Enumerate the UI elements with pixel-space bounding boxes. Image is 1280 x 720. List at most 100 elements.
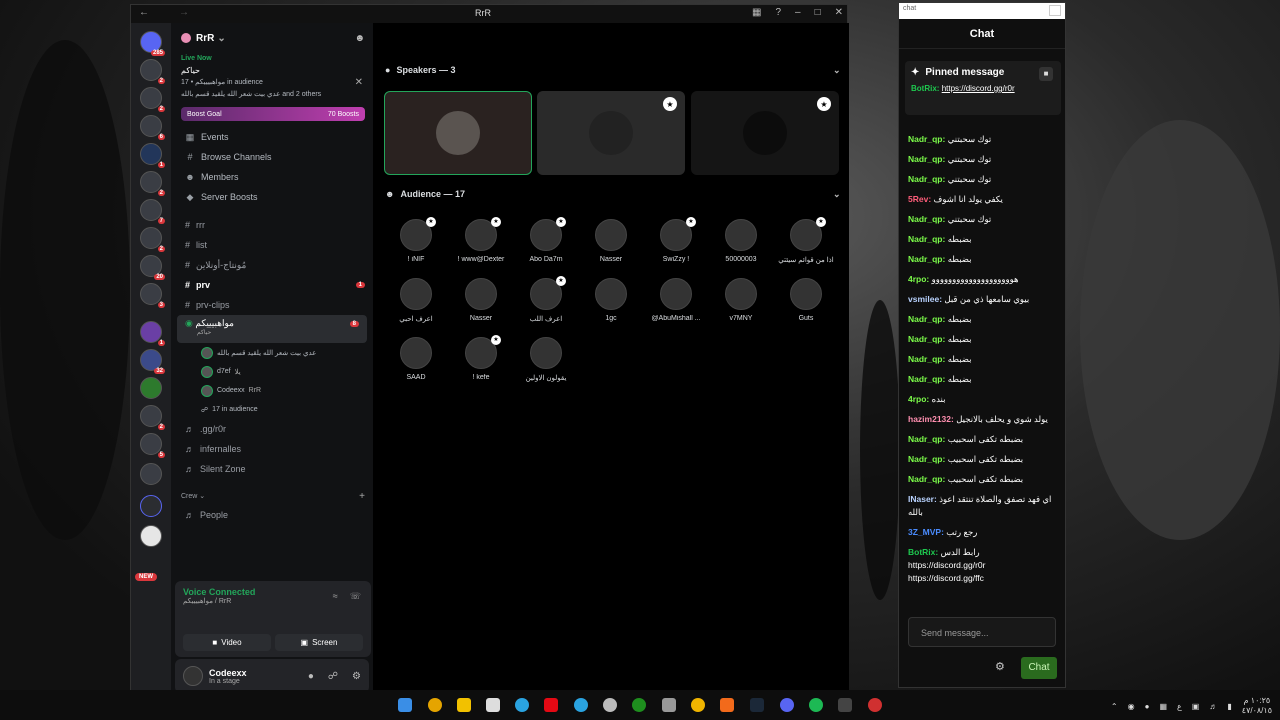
spotify-icon[interactable]	[809, 698, 823, 712]
wifi-icon[interactable]: ◉	[1128, 702, 1135, 711]
channel-item[interactable]: ♬ .gg/r0r	[171, 419, 373, 439]
telegram-icon[interactable]	[515, 698, 529, 712]
store-icon[interactable]	[486, 698, 500, 712]
obs-icon[interactable]	[603, 698, 617, 712]
chat-author[interactable]: Nadr_qp:	[908, 234, 945, 244]
speaker-tile[interactable]: ★	[537, 91, 685, 175]
server-icon[interactable]: 7	[140, 199, 165, 224]
close-icon[interactable]	[1049, 5, 1061, 16]
audience-member[interactable]: 1gc	[580, 278, 642, 322]
chat-author[interactable]: Nadr_qp:	[908, 174, 945, 184]
lock-icon[interactable]: ■	[1039, 67, 1053, 81]
microphone-icon[interactable]: ●	[308, 671, 314, 682]
chat-author[interactable]: 4rpo:	[908, 394, 929, 404]
headphones-icon[interactable]: ☍	[328, 671, 338, 682]
netflix-icon[interactable]	[544, 698, 558, 712]
audience-member[interactable]: @AbuMishall ...	[645, 278, 707, 322]
channel-item[interactable]: ♬ People	[171, 505, 373, 525]
category-crew[interactable]: Crew ⌄ +	[171, 487, 373, 505]
chat-author[interactable]: Nadr_qp:	[908, 434, 945, 444]
steam-icon[interactable]	[750, 698, 764, 712]
server-icon[interactable]: 6	[140, 115, 165, 140]
settings-gear-icon[interactable]: ⚙	[352, 671, 361, 682]
home-dm-icon[interactable]: 285	[140, 31, 165, 56]
channel-item[interactable]: # rrr	[171, 215, 373, 235]
add-channel-icon[interactable]: +	[359, 491, 365, 502]
server-icon[interactable]: 2	[140, 227, 165, 252]
close-icon[interactable]: ✕	[355, 77, 363, 89]
noise-suppression-icon[interactable]: ≈	[333, 591, 338, 602]
chat-author[interactable]: Nadr_qp:	[908, 134, 945, 144]
chevron-down-icon[interactable]: ⌄	[833, 65, 841, 76]
menu-browse-channels[interactable]: # Browse Channels	[171, 147, 373, 167]
server-icon[interactable]: 1	[140, 321, 165, 346]
server-icon[interactable]: 2	[140, 405, 165, 430]
back-arrow-icon[interactable]: ←	[139, 7, 149, 18]
inbox-icon[interactable]: ▦	[752, 7, 761, 18]
menu-members[interactable]: ☻ Members	[171, 167, 373, 187]
chat-author[interactable]: Nadr_qp:	[908, 354, 945, 364]
chat-author[interactable]: 3Z_MVP:	[908, 527, 944, 537]
xbox-icon[interactable]	[632, 698, 646, 712]
audience-member[interactable]: v7MNY	[710, 278, 772, 322]
audience-member[interactable]: ★ اعرف اللب	[515, 276, 577, 323]
audience-count-row[interactable]: ☍ 17 in audience	[171, 400, 373, 419]
chevron-down-icon[interactable]: ⌄	[833, 189, 841, 200]
channel-item[interactable]: # prv 1	[171, 275, 373, 295]
pinned-message[interactable]: ✦ Pinned message ■ BotRix: https://discor…	[905, 61, 1061, 115]
audience-member[interactable]: ★ Abo Da7m	[515, 217, 577, 263]
chat-author[interactable]: hazim2132:	[908, 414, 954, 424]
maximize-icon[interactable]: □	[815, 7, 821, 18]
chat-author[interactable]: Nadr_qp:	[908, 254, 945, 264]
server-header[interactable]: RrR ⌄ ☻	[171, 23, 373, 53]
chat-author[interactable]: Nadr_qp:	[908, 474, 945, 484]
disconnect-icon[interactable]: ☏	[350, 591, 361, 602]
server-icon[interactable]: 2	[140, 87, 165, 112]
server-icon[interactable]: 5	[140, 433, 165, 458]
voice-member[interactable]: عدي بيت شعر الله يلقيد قسم بالله	[171, 343, 373, 362]
audience-member[interactable]: Guts	[775, 278, 837, 322]
discord-icon[interactable]	[780, 698, 794, 712]
chat-author[interactable]: Nadr_qp:	[908, 374, 945, 384]
settings-gear-icon[interactable]: ⚙	[995, 660, 1005, 673]
server-icon[interactable]	[140, 525, 162, 547]
audience-member[interactable]: SAAD	[385, 337, 447, 381]
chat-author[interactable]: Nadr_qp:	[908, 454, 945, 464]
server-icon[interactable]	[140, 377, 162, 399]
clock[interactable]: ١٠:٢٥ م ٤٧/٠٨/١٥	[1242, 696, 1272, 716]
server-icon[interactable]: 2	[140, 59, 165, 84]
app-icon[interactable]	[868, 698, 882, 712]
server-icon[interactable]: 20	[140, 255, 165, 280]
capcut-icon[interactable]	[662, 698, 676, 712]
battery-icon[interactable]: ▮	[1227, 702, 1231, 711]
audience-header[interactable]: ☻ Audience — 17 ⌄	[385, 189, 841, 200]
close-icon[interactable]: ✕	[835, 7, 843, 18]
channel-item[interactable]: # prv-clips	[171, 295, 373, 315]
channel-item[interactable]: ♬ Silent Zone	[171, 459, 373, 479]
pinned-link[interactable]: https://discord.gg/r0r	[942, 84, 1015, 93]
channel-item[interactable]: # مُونتاج-أونلاين	[171, 255, 373, 275]
language-indicator[interactable]: ع	[1177, 702, 1182, 711]
minimize-icon[interactable]: –	[795, 7, 801, 18]
audience-member[interactable]: اعرف احبي	[385, 278, 447, 323]
help-icon[interactable]: ?	[775, 7, 781, 18]
speakers-header[interactable]: ● Speakers — 3 ⌄	[385, 65, 841, 76]
chat-author[interactable]: Nadr_qp:	[908, 314, 945, 324]
audience-member[interactable]: Nasser	[450, 278, 512, 322]
chat-author[interactable]: Nadr_qp:	[908, 154, 945, 164]
audience-member[interactable]: ★ ! kefe	[450, 335, 512, 381]
audience-member[interactable]: Nasser	[580, 219, 642, 263]
telegram-icon[interactable]	[574, 698, 588, 712]
speaker-tile[interactable]	[384, 91, 532, 175]
server-icon[interactable]: 3	[140, 283, 165, 308]
start-icon[interactable]	[398, 698, 412, 712]
app-icon[interactable]	[720, 698, 734, 712]
server-icon[interactable]: 1	[140, 143, 165, 168]
channel-item[interactable]: # list	[171, 235, 373, 255]
folder-icon[interactable]	[140, 495, 162, 517]
server-icon[interactable]: 32	[140, 349, 165, 374]
audience-member[interactable]: ★ ! iNIF	[385, 217, 447, 263]
chat-author[interactable]: Nadr_qp:	[908, 334, 945, 344]
video-button[interactable]: ■ Video	[183, 634, 271, 651]
audience-member[interactable]: ★ SwiZzy !	[645, 217, 707, 263]
